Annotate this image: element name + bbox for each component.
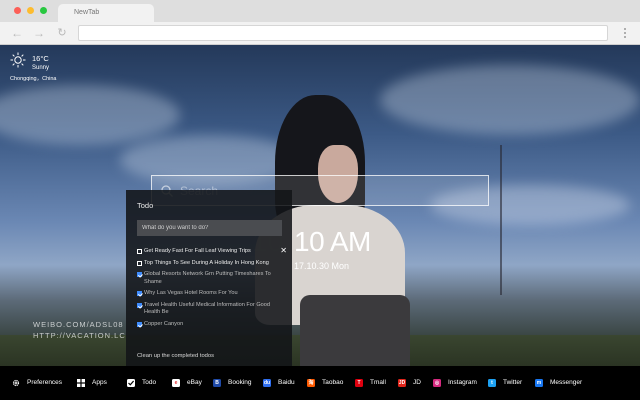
todo-item[interactable]: Travel Health Useful Medical Information…: [137, 302, 287, 317]
jd-icon: JD: [398, 379, 406, 387]
clock-date: 17.10.30 Mon: [294, 261, 350, 271]
delete-icon[interactable]: ✕: [280, 247, 287, 255]
browser-toolbar: ← → ↻: [0, 22, 640, 45]
watermark-line-2: HTTP://VACATION.LC: [33, 331, 126, 340]
todo-checkbox-checked[interactable]: [137, 291, 142, 296]
background-photo: [0, 45, 640, 400]
jd-label: JD: [413, 379, 421, 386]
todo-item[interactable]: Copper Canyon: [137, 321, 287, 329]
ebay-label: eBay: [187, 379, 202, 386]
todo-checkbox-checked[interactable]: [137, 321, 142, 327]
todo-checkbox[interactable]: [137, 249, 142, 254]
instagram-icon: ◎: [433, 379, 441, 387]
tab-strip: NewTab: [0, 0, 640, 22]
twitter-icon: t: [488, 379, 496, 387]
window-close-button[interactable]: [14, 7, 21, 14]
clock-time: 10 AM: [294, 226, 371, 257]
grid-icon: [77, 379, 85, 387]
baidu-label: Baidu: [278, 379, 295, 386]
booking-label: Booking: [228, 379, 252, 386]
todo-input[interactable]: [137, 220, 282, 236]
watermark-line-1: WEIBO.COM/ADSL08: [33, 320, 124, 329]
clear-completed-link[interactable]: Clean up the completed todos: [137, 353, 214, 359]
sun-icon: [10, 52, 26, 68]
checkbox-icon: [127, 379, 135, 387]
todo-item[interactable]: Why Las Vegas Hotel Rooms For You: [137, 290, 287, 298]
todo-item-text: Travel Health Useful Medical Information…: [144, 301, 271, 316]
browser-tab[interactable]: NewTab: [58, 4, 154, 22]
messenger-icon: m: [535, 379, 543, 387]
todo-item-text: Top Things To See During A Holiday In Ho…: [144, 259, 269, 266]
address-bar[interactable]: [78, 25, 608, 41]
window-maximize-button[interactable]: [40, 7, 47, 14]
gear-icon: [12, 379, 20, 387]
todo-item-text: Why Las Vegas Hotel Rooms For You: [144, 290, 238, 296]
todo-item[interactable]: Top Things To See During A Holiday In Ho…: [137, 260, 287, 268]
todo-item[interactable]: Get Ready Fast For Fall Leaf Viewing Tri…: [137, 247, 287, 256]
twitter-label: Twitter: [503, 379, 523, 386]
todo-item-text: Copper Canyon: [144, 320, 184, 327]
weather-condition: Sunny: [32, 65, 50, 71]
window-minimize-button[interactable]: [27, 7, 34, 14]
tmall-icon: T: [355, 379, 363, 387]
booking-icon: B: [213, 379, 221, 387]
weather-temperature: 16°C: [32, 54, 49, 63]
todo-list: Get Ready Fast For Fall Leaf Viewing Tri…: [137, 247, 287, 332]
todo-item-text: Get Ready Fast For Fall Leaf Viewing Tri…: [144, 248, 251, 254]
todo-checkbox-checked[interactable]: [137, 272, 142, 277]
tmall-label: Tmall: [370, 379, 386, 386]
instagram-label: Instagram: [448, 379, 477, 386]
menu-dots-icon[interactable]: [622, 26, 628, 40]
baidu-icon: du: [263, 379, 271, 387]
todo-label: Todo: [142, 379, 157, 386]
tab-title: NewTab: [74, 9, 100, 16]
weather-widget[interactable]: 16°C Sunny Chongqing，China: [10, 52, 70, 82]
reload-icon[interactable]: ↻: [55, 26, 69, 40]
preferences-label: Preferences: [27, 379, 63, 386]
todo-item-text: Global Resorts Network Grn Putting Times…: [144, 271, 271, 285]
weather-location: Chongqing，China: [10, 76, 57, 82]
todo-item[interactable]: Global Resorts Network Grn Putting Times…: [137, 271, 287, 286]
taobao-icon: 淘: [307, 379, 315, 387]
todo-checkbox[interactable]: [137, 260, 142, 266]
forward-arrow-icon[interactable]: →: [32, 26, 46, 40]
browser-chrome: NewTab ← → ↻: [0, 0, 640, 45]
ebay-icon: e: [172, 379, 180, 387]
todo-title: Todo: [137, 201, 154, 210]
apps-label: Apps: [92, 379, 107, 386]
bottom-bar: Preferences Apps Todo e eBay B Booking d…: [0, 366, 640, 400]
back-arrow-icon[interactable]: ←: [10, 26, 24, 40]
todo-panel: Todo Get Ready Fast For Fall Leaf Viewin…: [126, 190, 292, 366]
taobao-label: Taobao: [322, 379, 344, 386]
todo-checkbox-checked[interactable]: [137, 302, 142, 308]
messenger-label: Messenger: [550, 379, 583, 386]
